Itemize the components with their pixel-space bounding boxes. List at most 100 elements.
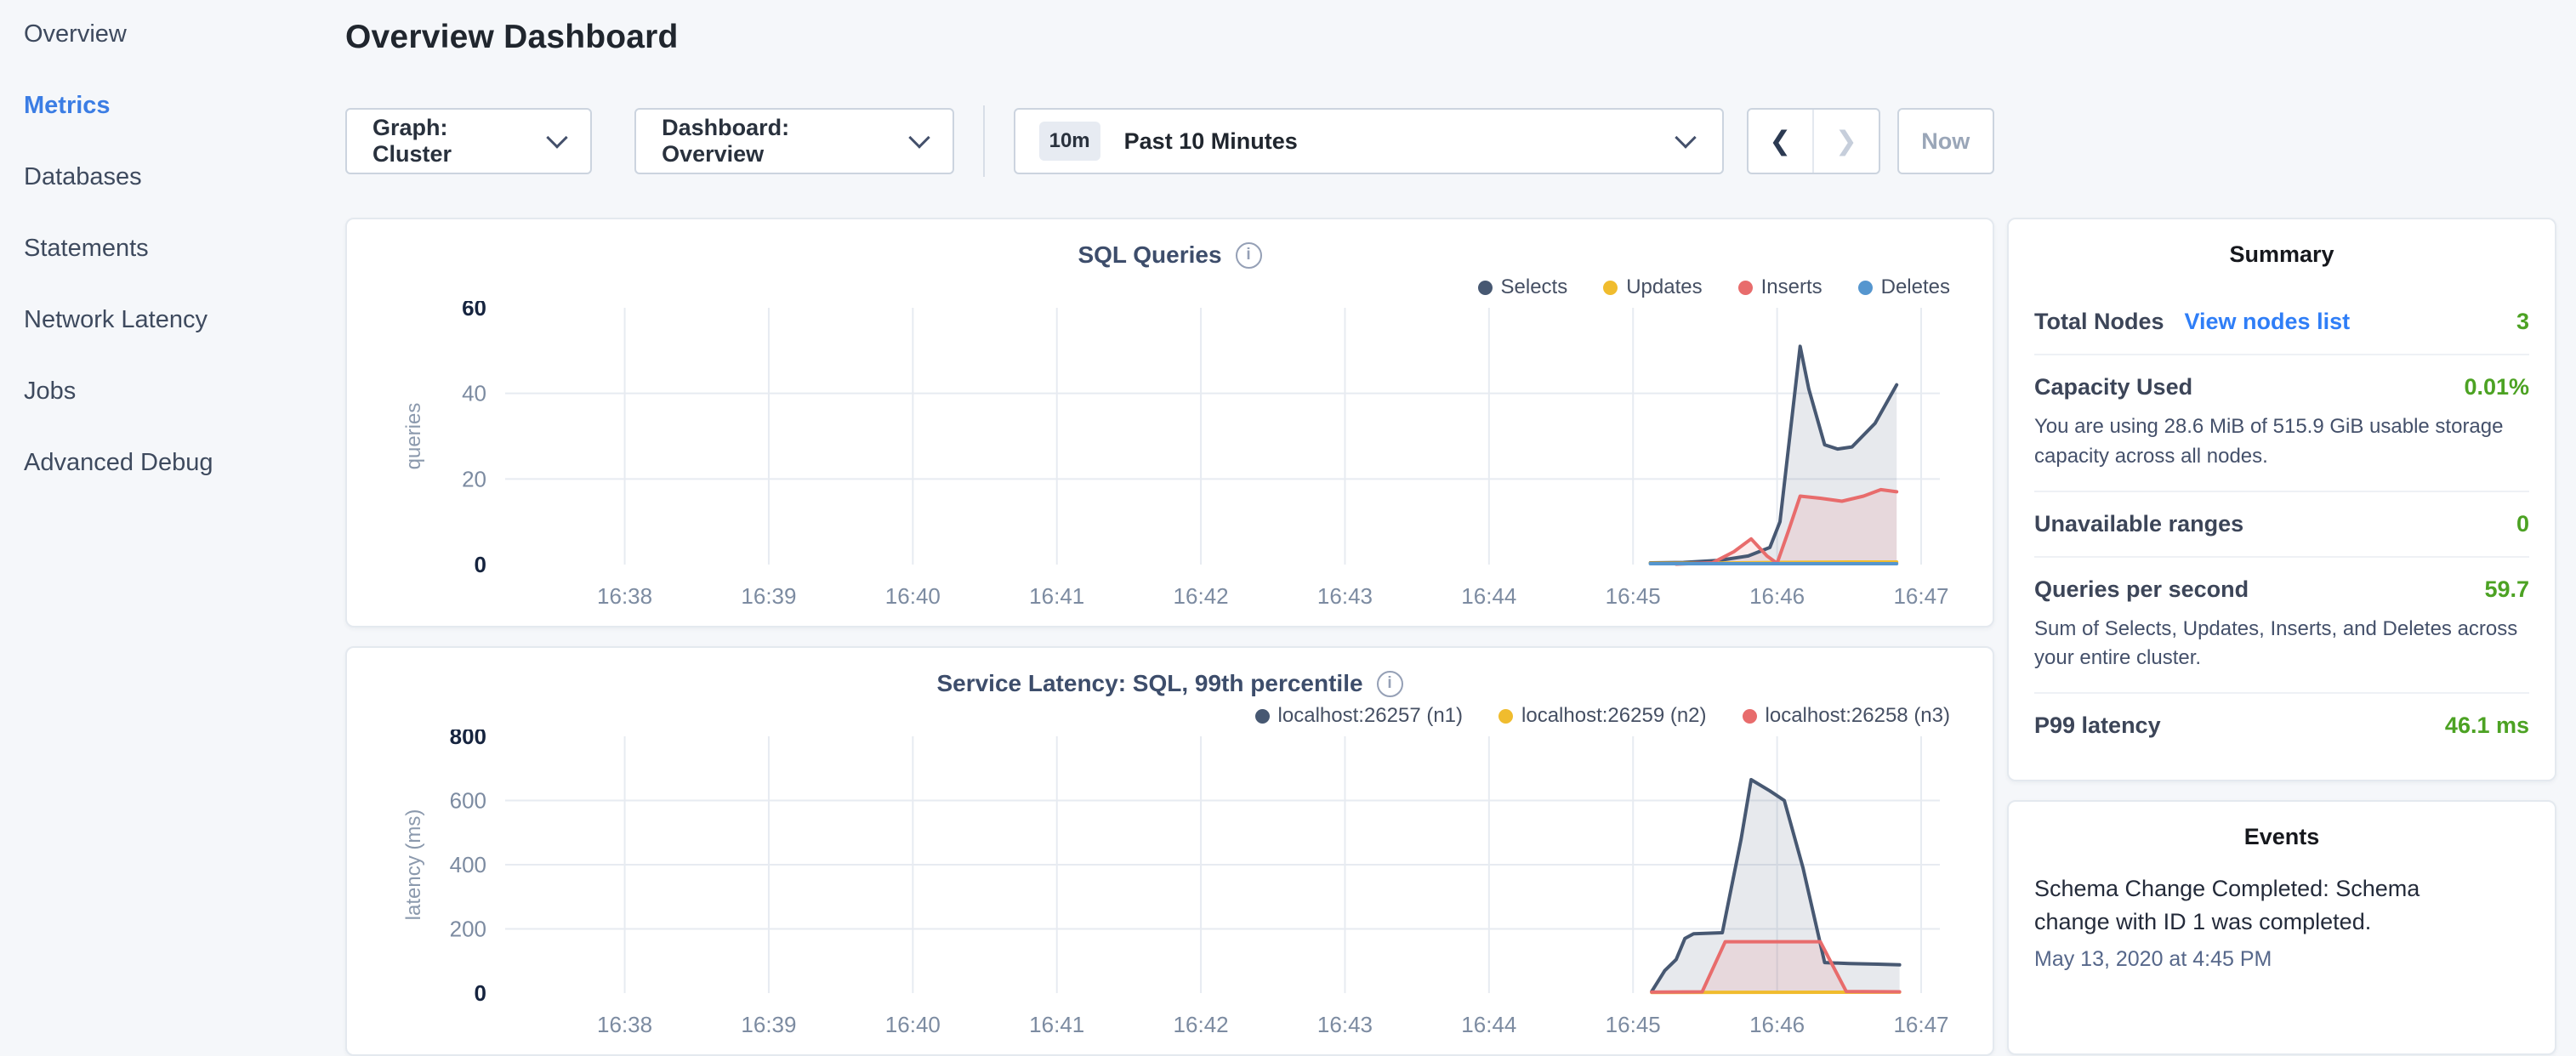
legend-item[interactable]: Deletes bbox=[1858, 275, 1950, 299]
service-latency-chart-card: Service Latency: SQL, 99th percentile i … bbox=[345, 646, 1994, 1056]
legend-dot-icon bbox=[1255, 709, 1270, 724]
graph-scope-label: Graph: Cluster bbox=[372, 115, 527, 167]
legend-label: Deletes bbox=[1881, 275, 1950, 299]
time-forward-button[interactable]: ❯ bbox=[1814, 110, 1879, 173]
svg-text:400: 400 bbox=[450, 852, 486, 877]
legend-item[interactable]: Updates bbox=[1603, 275, 1702, 299]
svg-text:0: 0 bbox=[475, 980, 486, 1006]
svg-text:16:47: 16:47 bbox=[1893, 1012, 1948, 1037]
events-card: Events Schema Change Completed: Schema c… bbox=[2007, 800, 2556, 1055]
summary-label: Total Nodes bbox=[2034, 309, 2164, 335]
svg-text:queries: queries bbox=[402, 403, 425, 470]
sql-queries-chart-card: SQL Queries i SelectsUpdatesInsertsDelet… bbox=[345, 218, 1994, 627]
info-icon[interactable]: i bbox=[1377, 671, 1403, 697]
svg-text:16:38: 16:38 bbox=[597, 583, 652, 609]
svg-text:16:42: 16:42 bbox=[1174, 1012, 1229, 1037]
summary-row-total-nodes: Total Nodes View nodes list 3 bbox=[2034, 290, 2529, 354]
legend-label: Selects bbox=[1501, 275, 1568, 299]
svg-text:800: 800 bbox=[450, 730, 486, 749]
chart-title-row: Service Latency: SQL, 99th percentile i bbox=[369, 670, 1970, 697]
sidebar-item-advanced-debug[interactable]: Advanced Debug bbox=[24, 439, 345, 487]
svg-text:16:45: 16:45 bbox=[1606, 1012, 1661, 1037]
legend-item[interactable]: Selects bbox=[1478, 275, 1568, 299]
summary-description: Sum of Selects, Updates, Inserts, and De… bbox=[2034, 615, 2529, 674]
legend-label: localhost:26259 (n2) bbox=[1521, 704, 1706, 728]
svg-text:60: 60 bbox=[462, 301, 486, 321]
summary-row-unavailable-ranges: Unavailable ranges 0 bbox=[2034, 491, 2529, 556]
legend-label: localhost:26257 (n1) bbox=[1278, 704, 1463, 728]
legend-dot-icon bbox=[1858, 281, 1873, 295]
summary-row-capacity-used: Capacity Used 0.01% You are using 28.6 M… bbox=[2034, 354, 2529, 491]
graph-scope-dropdown[interactable]: Graph: Cluster bbox=[345, 108, 592, 174]
service-latency-chart: 020040060080016:3816:3916:4016:4116:4216… bbox=[369, 730, 1974, 1044]
info-icon[interactable]: i bbox=[1236, 242, 1262, 269]
dashboard-dropdown[interactable]: Dashboard: Overview bbox=[634, 108, 954, 174]
svg-text:200: 200 bbox=[450, 917, 486, 942]
divider bbox=[983, 105, 985, 177]
svg-text:16:40: 16:40 bbox=[885, 583, 941, 609]
controls-bar: Graph: Cluster Dashboard: Overview 10m P… bbox=[345, 105, 1994, 177]
legend-item[interactable]: localhost:26257 (n1) bbox=[1255, 704, 1463, 728]
legend-dot-icon bbox=[1743, 709, 1757, 724]
svg-text:16:43: 16:43 bbox=[1317, 1012, 1373, 1037]
summary-row-queries-per-second: Queries per second 59.7 Sum of Selects, … bbox=[2034, 556, 2529, 693]
svg-text:16:41: 16:41 bbox=[1029, 583, 1084, 609]
legend-dot-icon bbox=[1478, 281, 1493, 295]
svg-text:0: 0 bbox=[475, 552, 486, 577]
legend-item[interactable]: Inserts bbox=[1738, 275, 1823, 299]
time-back-button[interactable]: ❮ bbox=[1749, 110, 1815, 173]
legend-label: Inserts bbox=[1761, 275, 1823, 299]
time-range-selector[interactable]: 10m Past 10 Minutes bbox=[1014, 108, 1724, 174]
sidebar-item-statements[interactable]: Statements bbox=[24, 224, 345, 273]
events-title: Events bbox=[2034, 824, 2529, 850]
sidebar-item-overview[interactable]: Overview bbox=[24, 10, 345, 59]
summary-label: Unavailable ranges bbox=[2034, 511, 2243, 537]
now-button[interactable]: Now bbox=[1897, 108, 1994, 174]
legend-item[interactable]: localhost:26258 (n3) bbox=[1743, 704, 1950, 728]
summary-value: 0.01% bbox=[2464, 374, 2529, 400]
summary-value: 46.1 ms bbox=[2445, 713, 2529, 739]
summary-label: Capacity Used bbox=[2034, 374, 2192, 400]
view-nodes-list-link[interactable]: View nodes list bbox=[2185, 309, 2351, 335]
event-text: Schema Change Completed: Schema change w… bbox=[2034, 872, 2498, 939]
sidebar-item-jobs[interactable]: Jobs bbox=[24, 367, 345, 416]
legend-dot-icon bbox=[1738, 281, 1753, 295]
chart-title: Service Latency: SQL, 99th percentile bbox=[936, 670, 1362, 697]
summary-value: 59.7 bbox=[2484, 576, 2529, 603]
svg-text:latency (ms): latency (ms) bbox=[402, 809, 425, 921]
sidebar-item-network-latency[interactable]: Network Latency bbox=[24, 296, 345, 344]
svg-text:16:45: 16:45 bbox=[1606, 583, 1661, 609]
sidebar-item-databases[interactable]: Databases bbox=[24, 153, 345, 202]
chart-legend: Selects Updates Inserts Deletes bbox=[369, 274, 1950, 301]
chevron-down-icon bbox=[546, 127, 567, 148]
legend-label: localhost:26258 (n3) bbox=[1766, 704, 1950, 728]
legend-dot-icon bbox=[1498, 709, 1513, 724]
sidebar-item-metrics[interactable]: Metrics bbox=[24, 82, 345, 130]
svg-text:16:39: 16:39 bbox=[741, 1012, 796, 1037]
svg-text:16:38: 16:38 bbox=[597, 1012, 652, 1037]
page: Overview Metrics Databases Statements Ne… bbox=[0, 0, 2576, 1051]
svg-text:16:47: 16:47 bbox=[1893, 583, 1948, 609]
svg-text:16:40: 16:40 bbox=[885, 1012, 941, 1037]
sql-queries-chart: 020406016:3816:3916:4016:4116:4216:4316:… bbox=[369, 301, 1974, 616]
main-content: Overview Dashboard Graph: Cluster Dashbo… bbox=[345, 0, 1994, 1051]
legend-item[interactable]: localhost:26259 (n2) bbox=[1498, 704, 1706, 728]
svg-text:16:44: 16:44 bbox=[1461, 1012, 1516, 1037]
chevron-down-icon bbox=[1675, 127, 1696, 148]
page-title: Overview Dashboard bbox=[345, 19, 1994, 56]
summary-row-p99-latency: P99 latency 46.1 ms bbox=[2034, 692, 2529, 758]
summary-value: 3 bbox=[2516, 309, 2529, 335]
chart-legend: localhost:26257 (n1) localhost:26259 (n2)… bbox=[369, 702, 1950, 730]
svg-text:40: 40 bbox=[462, 381, 486, 406]
time-pager: ❮ ❯ bbox=[1747, 108, 1880, 174]
svg-text:16:39: 16:39 bbox=[741, 583, 796, 609]
summary-label: Queries per second bbox=[2034, 576, 2249, 603]
svg-text:20: 20 bbox=[462, 466, 486, 491]
summary-title: Summary bbox=[2034, 241, 2529, 268]
sidebar: Overview Metrics Databases Statements Ne… bbox=[0, 0, 345, 1051]
summary-label: P99 latency bbox=[2034, 713, 2161, 739]
svg-text:16:42: 16:42 bbox=[1174, 583, 1229, 609]
summary-value: 0 bbox=[2516, 511, 2529, 537]
event-timestamp: May 13, 2020 at 4:45 PM bbox=[2034, 947, 2529, 972]
time-range-badge: 10m bbox=[1039, 122, 1100, 161]
